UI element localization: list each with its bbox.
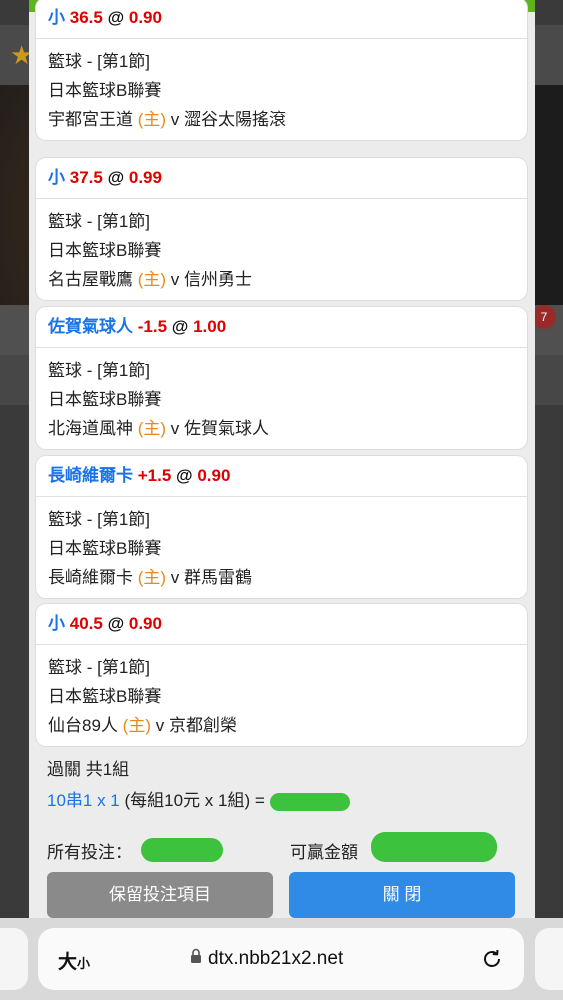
text-size-button[interactable]: 大小 (58, 947, 90, 974)
bet-league: 日本籃球B聯賽 (48, 539, 162, 558)
bet-selection: 小 (48, 614, 65, 633)
bet-league: 日本籃球B聯賽 (48, 390, 162, 409)
url-display[interactable]: dtx.nbb21x2.net (190, 948, 343, 970)
combo-line: 10串1 x 1 (每組10元 x 1組) = (47, 786, 350, 811)
bet-card-header: 長崎維爾卡 +1.5 @ 0.90 (36, 456, 527, 497)
redacted-total-bet (141, 838, 223, 862)
bet-league: 日本籃球B聯賽 (48, 687, 162, 706)
bet-match: 長崎維爾卡 (主) v 群馬雷鶴 (48, 563, 515, 592)
lock-icon (190, 948, 202, 970)
home-tag: (主) (137, 270, 167, 289)
bet-sport: 籃球 - [第1節] (48, 212, 151, 231)
away-team: 群馬雷鶴 (184, 568, 253, 587)
redacted-amount (269, 792, 350, 811)
bet-at: @ (171, 317, 189, 336)
text-size-big: 大 (58, 952, 78, 973)
vs-label: v (170, 568, 180, 587)
bet-card-header: 小 40.5 @ 0.90 (36, 604, 527, 645)
away-team: 信州勇士 (184, 270, 253, 289)
vs-label: v (170, 419, 180, 438)
redacted-potential-win (371, 832, 497, 862)
home-team: 名古屋戰鷹 (48, 270, 133, 289)
bet-card-body: 籃球 - [第1節] 日本籃球B聯賽 名古屋戰鷹 (主) v 信州勇士 (36, 199, 527, 300)
combo-type: 10串1 x 1 (47, 791, 120, 810)
bet-selection: 小 (48, 168, 65, 187)
bet-sport: 籃球 - [第1節] (48, 510, 151, 529)
bet-card-body: 籃球 - [第1節] 日本籃球B聯賽 仙台89人 (主) v 京都創榮 (36, 645, 527, 746)
vs-label: v (170, 270, 180, 289)
notification-badge: 7 (532, 305, 556, 329)
bet-card-header: 小 37.5 @ 0.99 (36, 158, 527, 199)
away-team: 澀谷太陽搖滾 (184, 110, 287, 129)
home-tag: (主) (137, 568, 167, 587)
bet-selection: 長崎維爾卡 (48, 466, 133, 485)
away-team: 佐賀氣球人 (184, 419, 270, 438)
bet-card: 佐賀氣球人 -1.5 @ 1.00 籃球 - [第1節] 日本籃球B聯賽 北海道… (36, 307, 527, 449)
next-tab-stub[interactable] (535, 928, 563, 990)
total-bet-label: 所有投注： (47, 843, 132, 862)
bet-at: @ (107, 168, 125, 187)
totals-row: 所有投注： 可贏金額 (29, 830, 535, 870)
bet-selection: 佐賀氣球人 (48, 317, 133, 336)
keep-bets-button[interactable]: 保留投注項目 (47, 872, 273, 918)
bet-league: 日本籃球B聯賽 (48, 81, 162, 100)
reload-icon[interactable] (480, 947, 504, 976)
combo-detail: (每組10元 x 1組) = (124, 791, 265, 810)
vs-label: v (170, 110, 180, 129)
bet-card-body: 籃球 - [第1節] 日本籃球B聯賽 北海道風神 (主) v 佐賀氣球人 (36, 348, 527, 449)
bet-card: 長崎維爾卡 +1.5 @ 0.90 籃球 - [第1節] 日本籃球B聯賽 長崎維… (36, 456, 527, 598)
bet-match: 名古屋戰鷹 (主) v 信州勇士 (48, 265, 515, 294)
bet-line: 37.5 (69, 168, 103, 187)
bet-at: @ (176, 466, 193, 485)
bet-card: 小 36.5 @ 0.90 籃球 - [第1節] 日本籃球B聯賽 宇都宮王道 (… (36, 0, 527, 140)
bet-sport: 籃球 - [第1節] (48, 658, 151, 677)
url-text: dtx.nbb21x2.net (208, 948, 344, 970)
bet-odds: 1.00 (193, 317, 227, 336)
home-team: 仙台89人 (48, 716, 118, 735)
bet-sport: 籃球 - [第1節] (48, 361, 151, 380)
bet-card-header: 佐賀氣球人 -1.5 @ 1.00 (36, 307, 527, 348)
home-tag: (主) (137, 110, 167, 129)
bet-match: 北海道風神 (主) v 佐賀氣球人 (48, 414, 515, 443)
bet-line: 36.5 (69, 8, 103, 27)
bet-selection: 小 (48, 8, 65, 27)
potential-win-label: 可贏金額 (290, 843, 358, 862)
home-team: 北海道風神 (48, 419, 133, 438)
bet-odds: 0.99 (128, 168, 162, 187)
bet-at: @ (107, 614, 125, 633)
bet-match: 宇都宮王道 (主) v 澀谷太陽搖滾 (48, 105, 515, 134)
bet-sport: 籃球 - [第1節] (48, 52, 151, 71)
bet-card-header: 小 36.5 @ 0.90 (36, 0, 527, 39)
bet-odds: 0.90 (128, 614, 162, 633)
text-size-small: 小 (77, 956, 91, 971)
previous-tab-stub[interactable] (0, 928, 28, 990)
bet-card-body: 籃球 - [第1節] 日本籃球B聯賽 長崎維爾卡 (主) v 群馬雷鶴 (36, 497, 527, 598)
bet-card-body: 籃球 - [第1節] 日本籃球B聯賽 宇都宮王道 (主) v 澀谷太陽搖滾 (36, 39, 527, 140)
bet-at: @ (107, 8, 125, 27)
bet-odds: 0.90 (197, 466, 231, 485)
bet-odds: 0.90 (128, 8, 162, 27)
browser-toolbar: 大小 dtx.nbb21x2.net (0, 918, 563, 1000)
bet-card: 小 37.5 @ 0.99 籃球 - [第1節] 日本籃球B聯賽 名古屋戰鷹 (… (36, 158, 527, 300)
home-tag: (主) (137, 419, 167, 438)
bet-line: +1.5 (137, 466, 172, 485)
vs-label: v (155, 716, 165, 735)
bet-slip-modal: 小 36.5 @ 0.90 籃球 - [第1節] 日本籃球B聯賽 宇都宮王道 (… (29, 0, 535, 918)
bet-match: 仙台89人 (主) v 京都創榮 (48, 711, 515, 740)
address-bar[interactable]: 大小 dtx.nbb21x2.net (38, 928, 524, 990)
away-team: 京都創榮 (168, 716, 237, 735)
close-button[interactable]: 關 閉 (289, 872, 515, 918)
home-team: 宇都宮王道 (48, 110, 133, 129)
home-team: 長崎維爾卡 (48, 568, 133, 587)
bet-card: 小 40.5 @ 0.90 籃球 - [第1節] 日本籃球B聯賽 仙台89人 (… (36, 604, 527, 746)
parlay-summary: 過關 共1組 (47, 760, 130, 779)
bet-league: 日本籃球B聯賽 (48, 241, 162, 260)
bet-line: 40.5 (69, 614, 103, 633)
home-tag: (主) (122, 716, 151, 735)
bet-line: -1.5 (137, 317, 168, 336)
